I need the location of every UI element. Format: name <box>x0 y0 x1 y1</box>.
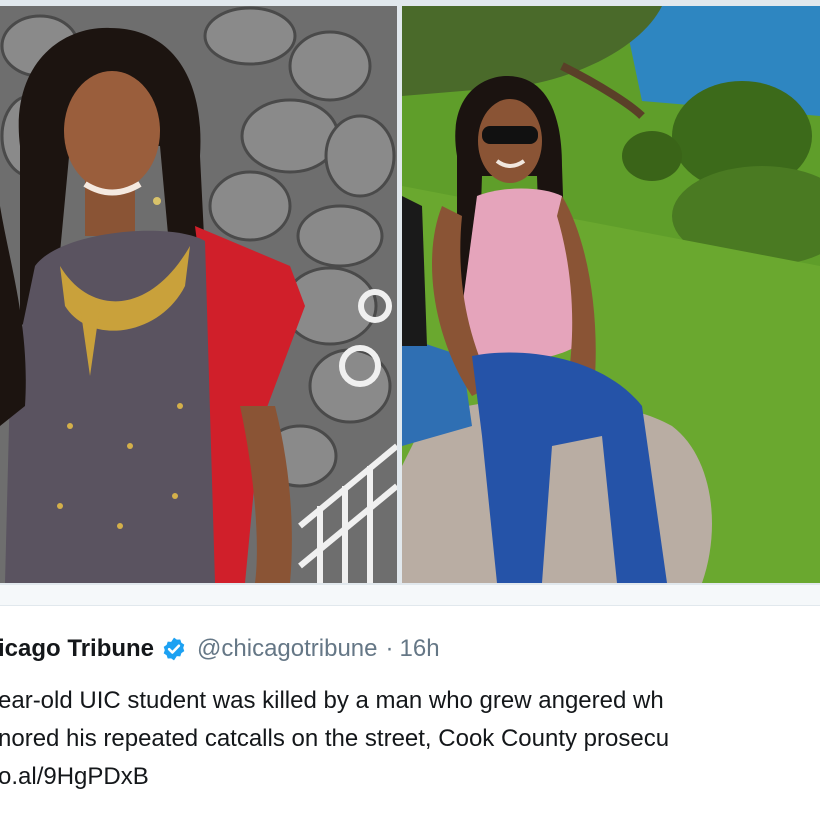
tweet-link[interactable]: o.al/9HgPDxB <box>0 758 820 796</box>
tweet-content: icago Tribune @chicagotribune · 16h ear-… <box>0 606 820 820</box>
verified-badge-icon <box>161 636 187 662</box>
meta-separator: · <box>385 635 394 662</box>
tweet-card: icago Tribune @chicagotribune · 16h ear-… <box>0 0 820 820</box>
tweet-header: icago Tribune @chicagotribune · 16h <box>0 632 440 666</box>
tweet-timestamp[interactable]: 16h <box>400 635 440 663</box>
tweet-text: ear-old UIC student was killed by a man … <box>0 682 820 796</box>
photo-right[interactable] <box>402 6 820 583</box>
media-divider <box>0 585 820 606</box>
author-name[interactable]: icago Tribune <box>0 635 154 663</box>
photo-left[interactable] <box>0 6 397 583</box>
tweet-media-grid[interactable] <box>0 0 820 585</box>
tweet-text-line-1: ear-old UIC student was killed by a man … <box>0 687 664 714</box>
author-handle[interactable]: @chicagotribune <box>197 635 377 663</box>
tweet-text-line-2: nored his repeated catcalls on the stree… <box>0 725 670 752</box>
